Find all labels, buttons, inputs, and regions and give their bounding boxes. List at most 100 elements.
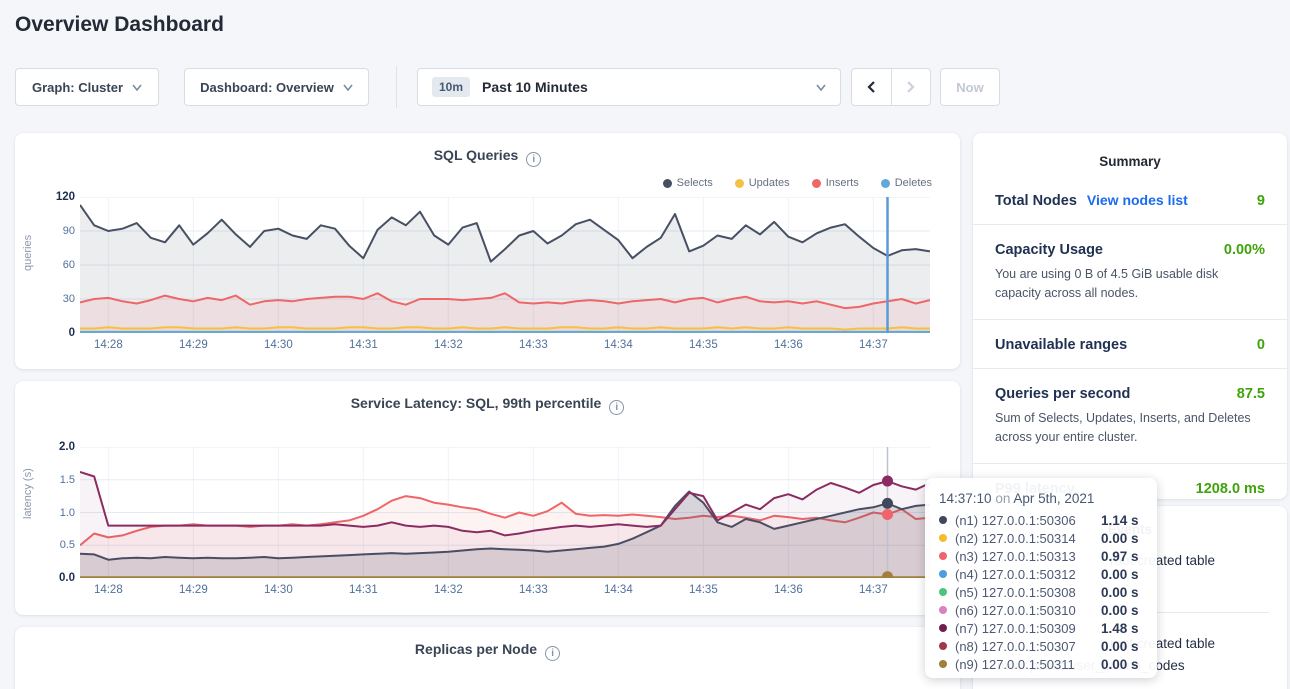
info-icon[interactable] — [545, 646, 560, 661]
node-color-dot — [939, 516, 947, 524]
chevron-down-icon — [132, 84, 142, 91]
x-tick-label: 14:31 — [349, 584, 378, 596]
y-axis-label: queries — [22, 257, 34, 271]
summary-description: You are using 0 B of 4.5 GiB usable disk… — [995, 265, 1265, 304]
sql-queries-chart — [80, 197, 930, 333]
time-forward-button[interactable] — [891, 69, 930, 105]
y-tick-label: 0.0 — [37, 572, 75, 584]
y-axis-ticks: 0306090120 — [37, 197, 75, 333]
summary-label: Capacity Usage — [995, 242, 1103, 258]
tooltip-row: (n1) 127.0.0.1:503061.14 s — [939, 511, 1143, 529]
node-color-dot — [939, 606, 947, 614]
summary-row-total-nodes: Total Nodes View nodes list 9 — [973, 175, 1287, 225]
chevron-down-icon — [816, 84, 826, 91]
info-icon[interactable] — [526, 152, 541, 167]
toolbar-divider — [396, 66, 397, 108]
now-button-label: Now — [956, 80, 983, 95]
node-color-dot — [939, 624, 947, 632]
summary-value: 0.00% — [1224, 242, 1265, 258]
time-step-buttons — [851, 68, 931, 106]
time-range-dropdown[interactable]: 10m Past 10 Minutes — [417, 68, 841, 106]
y-tick-label: 90 — [37, 225, 75, 237]
node-color-dot — [939, 660, 947, 668]
x-tick-label: 14:34 — [604, 339, 633, 351]
latency-title: Service Latency: SQL, 99th percentile — [15, 395, 960, 415]
latency-plot[interactable] — [80, 447, 930, 578]
legend-item-selects: Selects — [663, 177, 713, 189]
time-back-button[interactable] — [852, 69, 891, 105]
y-tick-label: 2.0 — [37, 441, 75, 453]
view-nodes-list-link[interactable]: View nodes list — [1087, 192, 1188, 208]
x-tick-label: 14:31 — [349, 339, 378, 351]
x-tick-label: 14:29 — [179, 339, 208, 351]
legend-item-deletes: Deletes — [881, 177, 932, 189]
x-tick-label: 14:36 — [774, 584, 803, 596]
x-tick-label: 14:37 — [859, 584, 888, 596]
summary-description: Sum of Selects, Updates, Inserts, and De… — [995, 409, 1265, 448]
chart-title-text: Replicas per Node — [415, 641, 537, 657]
summary-label: Total Nodes — [995, 193, 1077, 209]
chevron-right-icon — [905, 80, 916, 94]
x-tick-label: 14:28 — [94, 339, 123, 351]
replicas-card: Replicas per Node — [15, 627, 960, 689]
node-color-dot — [939, 570, 947, 578]
sql-queries-plot[interactable] — [80, 197, 930, 333]
summary-value: 87.5 — [1237, 386, 1265, 402]
legend-dot — [812, 179, 821, 188]
x-tick-label: 14:33 — [519, 584, 548, 596]
y-tick-label: 60 — [37, 259, 75, 271]
legend-dot — [735, 179, 744, 188]
chart-title-text: SQL Queries — [434, 147, 519, 163]
node-color-dot — [939, 534, 947, 542]
sql-queries-title: SQL Queries — [15, 147, 960, 167]
y-tick-label: 0 — [37, 327, 75, 339]
summary-value: 0 — [1257, 337, 1265, 353]
latency-chart — [80, 447, 930, 578]
summary-value: 9 — [1257, 193, 1265, 209]
x-tick-label: 14:32 — [434, 339, 463, 351]
x-axis-ticks: 14:2814:2914:3014:3114:3214:3314:3414:35… — [80, 584, 930, 600]
summary-label: Queries per second — [995, 386, 1130, 402]
time-range-badge: 10m — [432, 77, 470, 97]
x-tick-label: 14:34 — [604, 584, 633, 596]
graph-dropdown-label: Graph: Cluster — [32, 80, 123, 95]
tooltip-row: (n2) 127.0.0.1:503140.00 s — [939, 529, 1143, 547]
x-tick-label: 14:33 — [519, 339, 548, 351]
latency-card: Service Latency: SQL, 99th percentile la… — [15, 381, 960, 615]
time-range-label: Past 10 Minutes — [482, 79, 804, 95]
summary-row-capacity: Capacity Usage 0.00% You are using 0 B o… — [973, 225, 1287, 320]
summary-row-unavailable: Unavailable ranges 0 — [973, 320, 1287, 369]
tooltip-row: (n5) 127.0.0.1:503080.00 s — [939, 583, 1143, 601]
x-tick-label: 14:36 — [774, 339, 803, 351]
x-tick-label: 14:29 — [179, 584, 208, 596]
dashboard-dropdown-label: Dashboard: Overview — [200, 80, 334, 95]
x-tick-label: 14:35 — [689, 584, 718, 596]
tooltip-row: (n8) 127.0.0.1:503070.00 s — [939, 637, 1143, 655]
summary-title: Summary — [973, 133, 1287, 175]
page-title: Overview Dashboard — [15, 13, 224, 37]
y-tick-label: 1.5 — [37, 474, 75, 486]
sql-queries-legend: Selects Updates Inserts Deletes — [663, 177, 932, 189]
graph-dropdown[interactable]: Graph: Cluster — [15, 68, 159, 106]
summary-value: 1208.0 ms — [1196, 481, 1265, 497]
node-color-dot — [939, 642, 947, 650]
legend-item-updates: Updates — [735, 177, 790, 189]
chart-title-text: Service Latency: SQL, 99th percentile — [351, 395, 602, 411]
now-button[interactable]: Now — [940, 68, 1000, 106]
y-tick-label: 120 — [37, 191, 75, 203]
replicas-title: Replicas per Node — [15, 641, 960, 661]
y-axis-ticks: 0.00.51.01.52.0 — [37, 447, 75, 578]
legend-dot — [663, 179, 672, 188]
tooltip-timestamp: 14:37:10 on Apr 5th, 2021 — [939, 491, 1143, 506]
info-icon[interactable] — [609, 400, 624, 415]
x-tick-label: 14:37 — [859, 339, 888, 351]
dashboard-dropdown[interactable]: Dashboard: Overview — [184, 68, 369, 106]
y-tick-label: 1.0 — [37, 507, 75, 519]
summary-card: Summary Total Nodes View nodes list 9 Ca… — [973, 133, 1287, 499]
legend-item-inserts: Inserts — [812, 177, 859, 189]
y-tick-label: 0.5 — [37, 539, 75, 551]
chart-hover-tooltip: 14:37:10 on Apr 5th, 2021 (n1) 127.0.0.1… — [925, 478, 1157, 678]
tooltip-row: (n9) 127.0.0.1:503110.00 s — [939, 655, 1143, 673]
chevron-down-icon — [343, 84, 353, 91]
x-tick-label: 14:32 — [434, 584, 463, 596]
